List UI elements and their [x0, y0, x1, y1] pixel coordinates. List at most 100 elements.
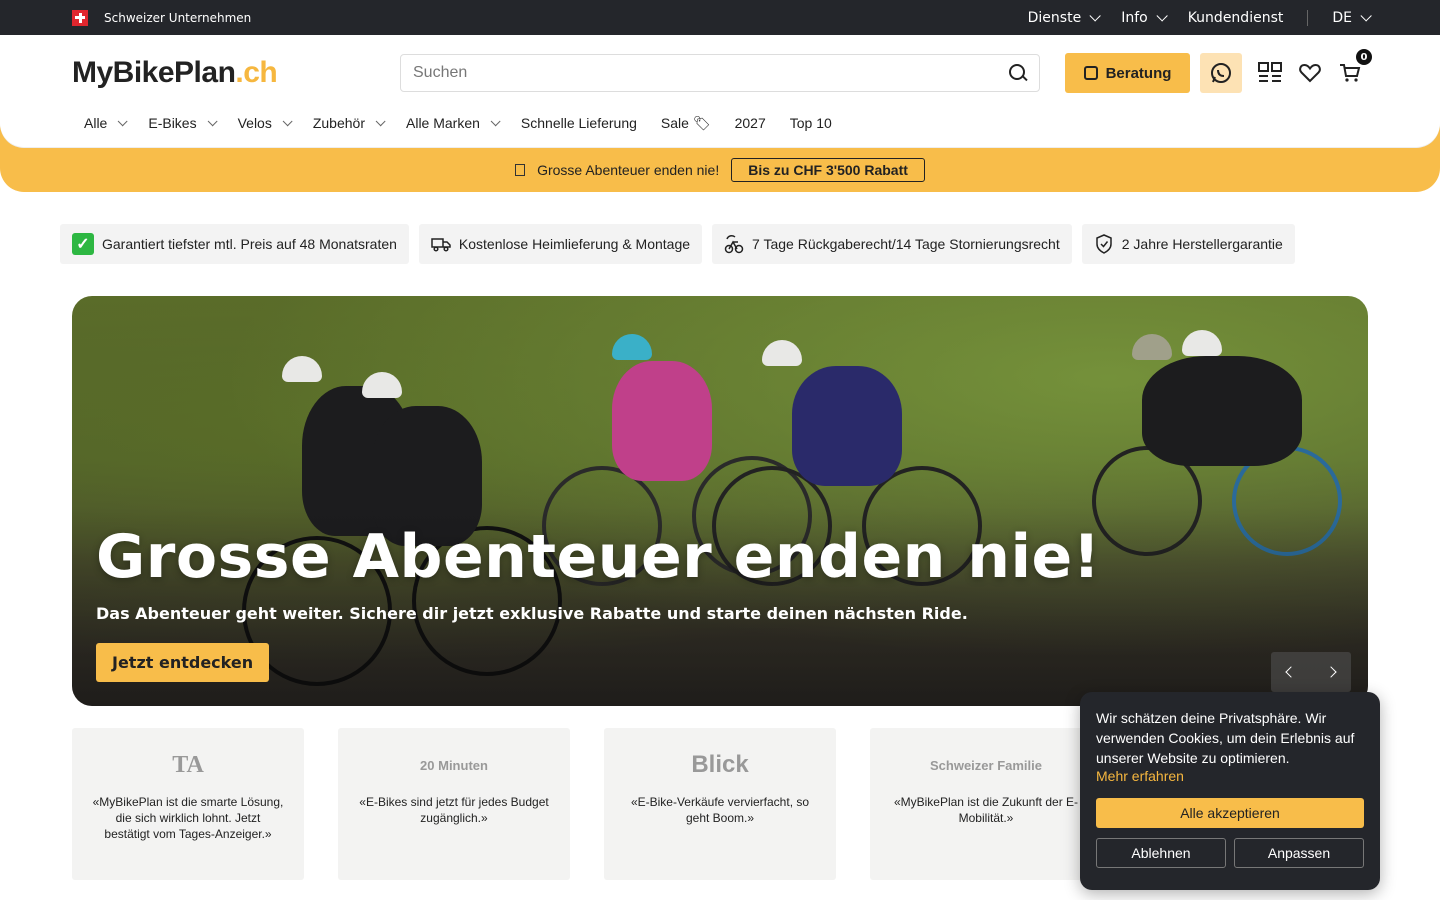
- slider-controls: [1271, 652, 1351, 692]
- header-icons: 0: [1258, 49, 1372, 85]
- nav-label: Zubehör: [312, 115, 365, 131]
- top-bar-left: Schweizer Unternehmen: [72, 9, 252, 26]
- hero-title: Grosse Abenteuer enden nie!: [96, 522, 1101, 592]
- customize-button[interactable]: Anpassen: [1234, 838, 1364, 868]
- info-label: Info: [1121, 9, 1148, 26]
- nav-item-top-10[interactable]: Top 10: [790, 115, 832, 131]
- usp-label: Garantiert tiefster mtl. Preis auf 48 Mo…: [102, 236, 397, 252]
- nav-item-zubehoer[interactable]: Zubehör: [312, 115, 386, 131]
- shield-check-icon: [1094, 234, 1114, 254]
- usp-item: Kostenlose Heimlieferung & Montage: [418, 224, 703, 264]
- cyclist: [792, 366, 902, 486]
- press-card: Blick «E-Bike-Verkäufe vervierfacht, so …: [604, 728, 836, 880]
- usp-label: 2 Jahre Herstellergarantie: [1121, 236, 1283, 252]
- hero-banner: Grosse Abenteuer enden nie! Das Abenteue…: [72, 296, 1368, 706]
- nav-label: Sale 🏷: [660, 114, 711, 131]
- cookie-more-link[interactable]: Mehr erfahren: [1096, 768, 1364, 784]
- search-input[interactable]: [413, 64, 973, 82]
- usp-item: 2 Jahre Herstellergarantie: [1081, 224, 1295, 264]
- chevron-down-icon: [1360, 9, 1372, 22]
- press-quote: «MyBikePlan ist die smarte Lösung, die s…: [92, 795, 284, 841]
- helmet: [1182, 330, 1222, 356]
- calendar-icon: [1083, 66, 1098, 80]
- language-label: DE: [1332, 9, 1352, 26]
- beratung-button[interactable]: Beratung: [1065, 53, 1190, 93]
- swiss-flag-icon: [72, 9, 88, 26]
- press-quote: «E-Bikes sind jetzt für jedes Budget zug…: [359, 795, 549, 825]
- top-bar: Schweizer Unternehmen Dienste Info Kunde…: [0, 0, 1440, 35]
- beratung-label: Beratung: [1105, 64, 1172, 82]
- logo-suffix: .ch: [235, 56, 278, 89]
- helmet: [1132, 334, 1172, 360]
- usp-item: 7 Tage Rückgaberecht/14 Tage Stornierung…: [712, 224, 1072, 264]
- press-card: Schweizer Familie «MyBikePlan ist die Zu…: [870, 728, 1102, 880]
- decline-button[interactable]: Ablehnen: [1096, 838, 1226, 868]
- header-row: MyBikePlan.ch Beratung: [0, 35, 1440, 99]
- press-card: 20 Minuten «E-Bikes sind jetzt für jedes…: [338, 728, 570, 880]
- press-quote: «E-Bike-Verkäufe vervierfacht, so geht B…: [630, 795, 810, 825]
- cookie-button-row: Ablehnen Anpassen: [1096, 838, 1364, 868]
- promo-text: Grosse Abenteuer enden nie!: [537, 161, 720, 178]
- nav-item-sale[interactable]: Sale 🏷: [661, 115, 711, 132]
- nav-label: Velos: [237, 115, 272, 131]
- whatsapp-button[interactable]: [1200, 53, 1242, 93]
- nav-label: Alle Marken: [406, 115, 480, 131]
- helmet: [612, 334, 652, 360]
- compare-icon[interactable]: [1258, 61, 1282, 85]
- main-nav: Alle E-Bikes Velos Zubehör Alle Marken S…: [0, 99, 1440, 147]
- language-selector[interactable]: DE: [1332, 9, 1372, 26]
- kundendienst-link[interactable]: Kundendienst: [1188, 10, 1284, 26]
- dienste-label: Dienste: [1027, 9, 1082, 26]
- nav-item-2027[interactable]: 2027: [735, 115, 766, 131]
- nav-item-alle-marken[interactable]: Alle Marken: [406, 115, 501, 131]
- header-actions: Beratung 0: [1065, 49, 1372, 93]
- bike-return-icon: [724, 234, 744, 254]
- divider: [1307, 9, 1309, 26]
- chevron-down-icon: [118, 115, 128, 126]
- site-logo[interactable]: MyBikePlan.ch: [72, 56, 400, 90]
- cyclist: [1142, 356, 1302, 466]
- chevron-down-icon: [375, 115, 386, 126]
- nav-item-schnelle-lieferung[interactable]: Schnelle Lieferung: [521, 115, 637, 131]
- truck-icon: [431, 234, 451, 254]
- cart-icon[interactable]: [1338, 61, 1362, 85]
- cart-count-badge: 0: [1356, 49, 1372, 65]
- dienste-menu[interactable]: Dienste: [1027, 9, 1101, 26]
- accept-all-button[interactable]: Alle akzeptieren: [1096, 798, 1364, 828]
- usp-label: 7 Tage Rückgaberecht/14 Tage Stornierung…: [752, 236, 1060, 252]
- chevron-left-icon[interactable]: [1285, 666, 1297, 678]
- usp-item: ✓ Garantiert tiefster mtl. Preis auf 48 …: [60, 224, 409, 264]
- info-menu[interactable]: Info: [1121, 9, 1168, 26]
- usp-strip: ✓ Garantiert tiefster mtl. Preis auf 48 …: [60, 224, 1380, 264]
- nav-label: 2027: [734, 115, 766, 131]
- chevron-right-icon[interactable]: [1325, 666, 1337, 678]
- nav-item-velos[interactable]: Velos: [237, 115, 293, 131]
- press-logo: Blick: [691, 751, 749, 778]
- helmet: [762, 340, 802, 366]
- nav-label: E-Bikes: [148, 115, 197, 131]
- nav-label: Top 10: [789, 115, 832, 131]
- usp-label: Kostenlose Heimlieferung & Montage: [458, 236, 691, 252]
- nav-item-ebikes[interactable]: E-Bikes: [148, 115, 218, 131]
- nav-label: Alle: [84, 115, 108, 131]
- chevron-down-icon: [207, 115, 218, 126]
- press-quote: «MyBikePlan ist die Zukunft der E-Mobili…: [893, 795, 1079, 825]
- chevron-down-icon: [1089, 9, 1101, 22]
- search-icon[interactable]: [1009, 64, 1027, 82]
- hero-cta-button[interactable]: Jetzt entdecken: [96, 643, 270, 682]
- chevron-down-icon: [282, 115, 293, 126]
- check-icon: ✓: [72, 233, 94, 255]
- helmet: [362, 372, 402, 398]
- cookie-text: Wir schätzen deine Privatsphäre. Wir ver…: [1096, 710, 1355, 766]
- press-logo: TA: [172, 751, 204, 778]
- cookie-banner: Wir schätzen deine Privatsphäre. Wir ver…: [1080, 692, 1380, 890]
- search-bar: [400, 54, 1040, 92]
- header: MyBikePlan.ch Beratung: [0, 35, 1440, 147]
- logo-main: MyBikePlan: [72, 56, 236, 89]
- company-label: Schweizer Unternehmen: [104, 10, 252, 25]
- press-logo: Schweizer Familie: [930, 757, 1042, 773]
- nav-label: Schnelle Lieferung: [520, 115, 637, 131]
- heart-icon[interactable]: [1298, 61, 1322, 85]
- promo-button[interactable]: Bis zu CHF 3'500 Rabatt: [731, 157, 925, 182]
- nav-item-alle[interactable]: Alle: [84, 115, 128, 131]
